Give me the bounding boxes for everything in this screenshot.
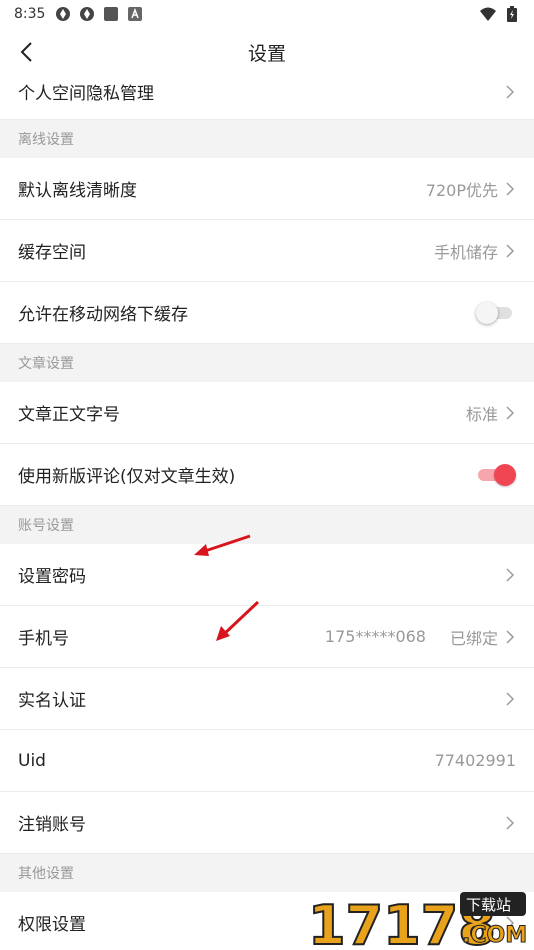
chevron-right-icon: [504, 691, 516, 707]
row-set-password-label: 设置密码: [18, 567, 86, 587]
back-button[interactable]: [10, 36, 42, 68]
chevron-right-icon: [504, 567, 516, 583]
row-uid-value: 77402991: [434, 751, 516, 770]
page-title: 设置: [247, 42, 286, 65]
row-phone-number: 175*****068: [324, 627, 426, 646]
row-font-size[interactable]: 文章正文字号 标准: [0, 382, 534, 444]
row-uid-label: Uid: [18, 750, 46, 771]
row-phone-status: 已绑定: [449, 628, 498, 648]
row-cancel-account-label: 注销账号: [18, 815, 86, 835]
row-new-comment: 使用新版评论(仅对文章生效): [0, 444, 534, 506]
nav-bar: 设置: [0, 28, 534, 76]
row-cache-space[interactable]: 缓存空间 手机储存: [0, 220, 534, 282]
toggle-knob: [476, 301, 498, 324]
row-uid: Uid 77402991: [0, 730, 534, 792]
section-offline: 离线设置: [0, 120, 534, 158]
section-account: 账号设置: [0, 506, 534, 544]
status-bar: 8:35: [0, 0, 534, 28]
row-new-comment-label: 使用新版评论(仅对文章生效): [18, 467, 236, 487]
chevron-right-icon: [504, 243, 516, 259]
wifi-icon: [480, 6, 496, 22]
row-offline-quality[interactable]: 默认离线清晰度 720P优先: [0, 158, 534, 220]
chevron-left-icon: [20, 42, 32, 62]
chevron-right-icon: [504, 181, 516, 197]
square-app-icon: [103, 6, 119, 22]
status-time: 8:35: [14, 6, 46, 22]
battery-icon: [504, 6, 520, 22]
svg-text:.COM: .COM: [462, 923, 527, 948]
section-article: 文章设置: [0, 344, 534, 382]
row-cancel-account[interactable]: 注销账号: [0, 792, 534, 854]
chevron-right-icon: [504, 84, 516, 100]
toggle-knob: [494, 463, 516, 486]
row-offline-quality-value: 720P优先: [425, 180, 498, 200]
new-comment-toggle[interactable]: [476, 463, 516, 486]
row-privacy[interactable]: 个人空间隐私管理: [0, 76, 534, 120]
chevron-right-icon: [504, 815, 516, 831]
section-other: 其他设置: [0, 854, 534, 892]
row-phone[interactable]: 手机号 175*****068 已绑定: [0, 606, 534, 668]
row-mobile-cache: 允许在移动网络下缓存: [0, 282, 534, 344]
row-privacy-label: 个人空间隐私管理: [18, 84, 154, 104]
chevron-right-icon: [504, 629, 516, 645]
mobile-cache-toggle[interactable]: [476, 301, 516, 324]
row-realname-label: 实名认证: [18, 691, 86, 711]
watermark-logo: 17178 下载站 .COM: [302, 888, 534, 950]
row-cache-space-value: 手机储存: [433, 242, 498, 262]
annotation-arrow-icon: [216, 600, 260, 641]
sync-icon-2: [79, 6, 95, 22]
a-app-icon: [127, 6, 143, 22]
row-mobile-cache-label: 允许在移动网络下缓存: [18, 305, 188, 325]
status-right: [480, 6, 520, 22]
row-cache-space-label: 缓存空间: [18, 243, 86, 263]
row-font-size-value: 标准: [465, 404, 498, 424]
row-font-size-label: 文章正文字号: [18, 405, 120, 425]
annotation-arrow-icon: [194, 534, 251, 556]
row-offline-quality-label: 默认离线清晰度: [18, 181, 137, 201]
svg-text:下载站: 下载站: [466, 896, 511, 914]
sync-icon: [55, 6, 71, 22]
row-phone-label: 手机号: [18, 629, 69, 649]
row-realname[interactable]: 实名认证: [0, 668, 534, 730]
chevron-right-icon: [504, 405, 516, 421]
row-set-password[interactable]: 设置密码: [0, 544, 534, 606]
